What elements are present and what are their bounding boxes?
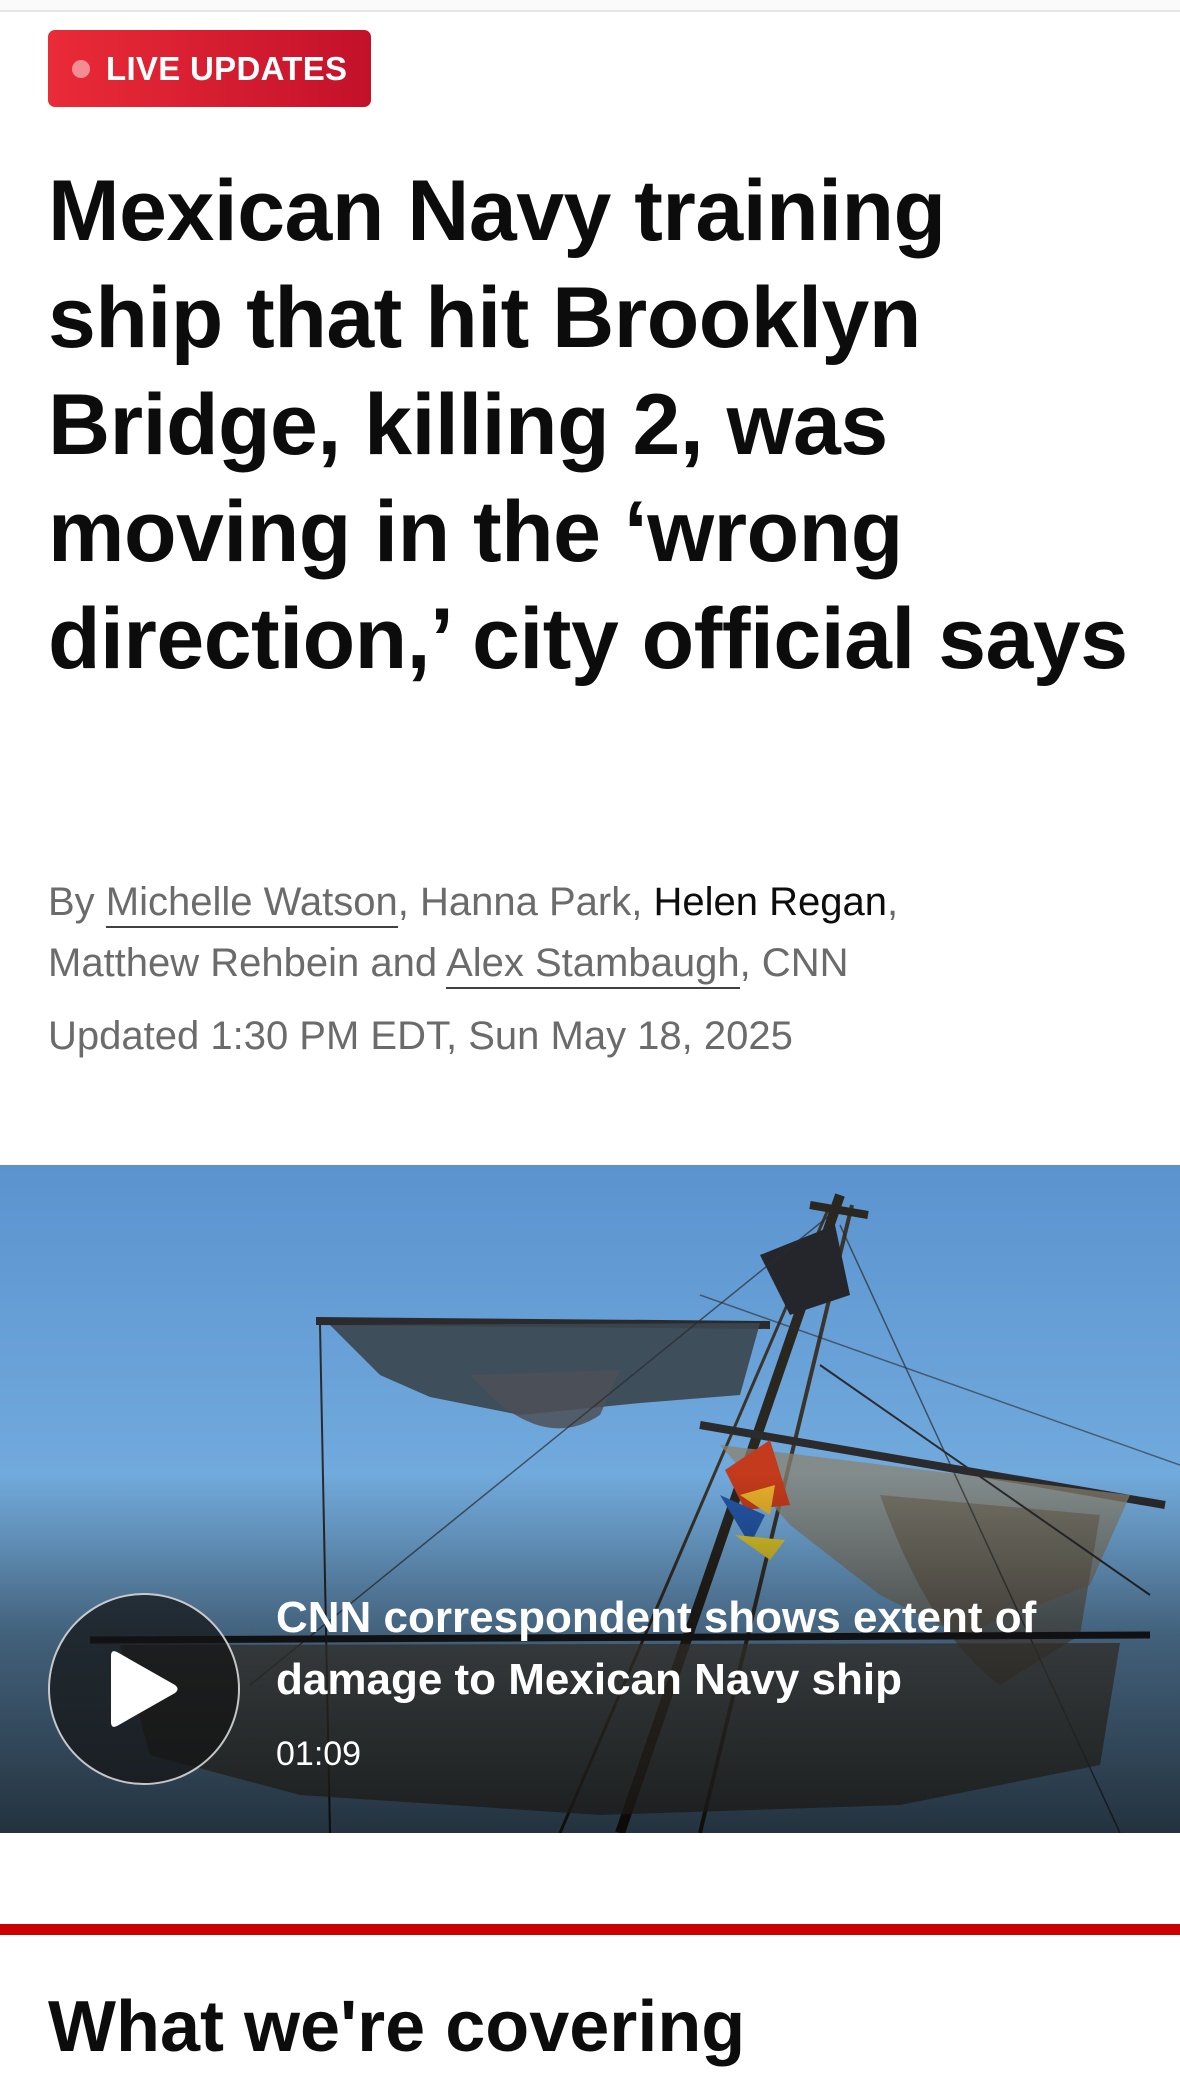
- video-duration: 01:09: [276, 1735, 362, 1773]
- byline-separator: ,: [631, 880, 654, 924]
- author-matthew-rehbein: Matthew Rehbein: [48, 941, 360, 985]
- author-helen-regan: Helen Regan: [653, 880, 887, 924]
- top-divider: [0, 0, 1180, 12]
- author-hanna-park: Hanna Park: [419, 880, 632, 924]
- live-updates-badge: LIVE UPDATES: [48, 30, 372, 107]
- article-headline: Mexican Navy training ship that hit Broo…: [48, 163, 1128, 687]
- byline-prefix: By: [48, 880, 106, 924]
- byline-suffix: , CNN: [739, 941, 849, 985]
- video-player[interactable]: CNN correspondent shows extent of damage…: [0, 1165, 1180, 1833]
- play-button[interactable]: [48, 1593, 240, 1785]
- byline-conjunction: and: [359, 941, 447, 985]
- live-dot-icon: [72, 59, 90, 78]
- author-link-alex-stambaugh[interactable]: Alex Stambaugh: [446, 941, 740, 989]
- section-heading: What we're covering: [48, 1987, 746, 2067]
- byline-separator: ,: [886, 880, 899, 924]
- byline: By Michelle Watson, Hanna Park, Helen Re…: [48, 872, 1138, 994]
- section-divider: [0, 1924, 1180, 1935]
- author-link-michelle-watson[interactable]: Michelle Watson: [105, 880, 398, 928]
- live-updates-label: LIVE UPDATES: [106, 49, 348, 87]
- play-icon: [111, 1651, 178, 1727]
- video-title[interactable]: CNN correspondent shows extent of damage…: [276, 1587, 1136, 1711]
- byline-separator: ,: [397, 880, 420, 924]
- updated-timestamp: Updated 1:30 PM EDT, Sun May 18, 2025: [48, 1014, 793, 1058]
